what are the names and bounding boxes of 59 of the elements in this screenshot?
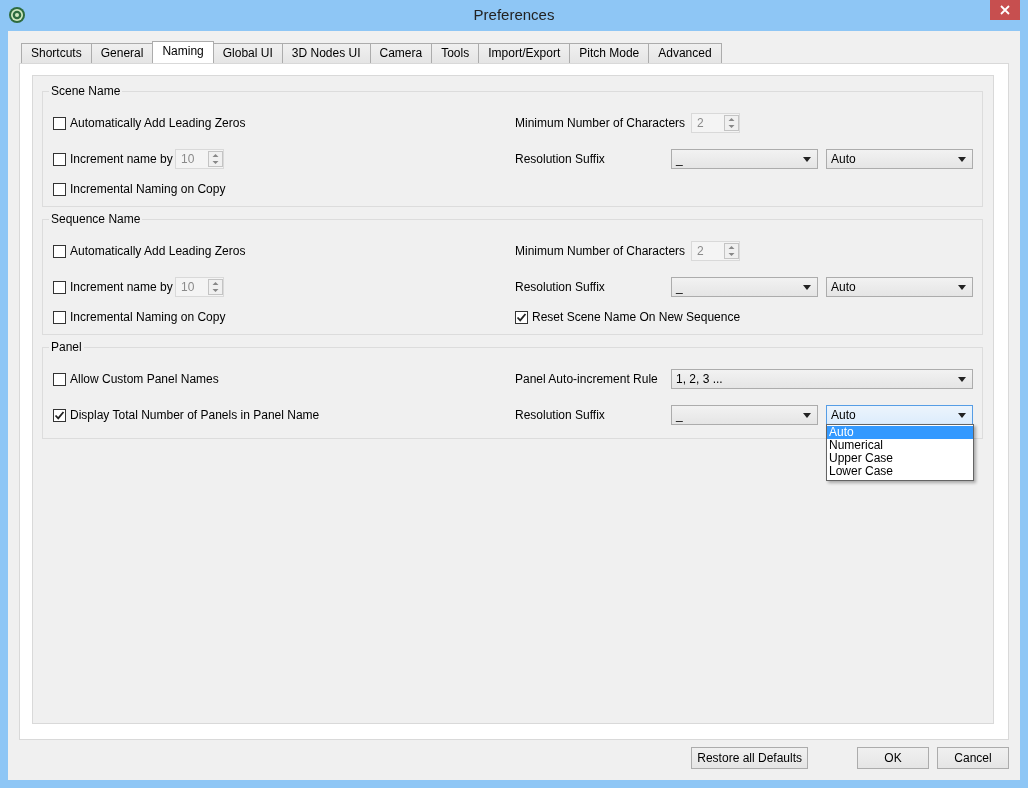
caret-icon [958,376,966,382]
caret-icon [803,156,811,162]
field-label: Resolution Suffix [515,407,606,424]
dropdown-option[interactable]: Numerical [827,439,973,452]
checkbox[interactable] [53,372,66,386]
dropdown[interactable]: 1, 2, 3 ... [671,369,973,389]
dropdown-option[interactable]: Lower Case [827,465,973,478]
checkbox[interactable] [53,408,66,422]
checkbox[interactable] [53,182,66,196]
window-title: Preferences [473,5,555,26]
tab[interactable]: 3D Nodes UI [281,43,371,63]
button[interactable]: Restore all Defaults [691,747,808,769]
checkbox-label: Incremental Naming on Copy [70,309,226,326]
caret-icon [803,284,811,290]
close-button[interactable] [990,0,1020,20]
group-title: Sequence Name [49,212,143,226]
checkbox-label: Automatically Add Leading Zeros [70,243,246,260]
caret-icon [958,284,966,290]
tab[interactable]: Shortcuts [21,43,92,63]
checkbox-label: Increment name by [70,151,173,168]
checkbox[interactable] [53,244,66,258]
checkbox[interactable] [53,116,66,130]
checkbox-label: Automatically Add Leading Zeros [70,115,246,132]
caret-icon [958,412,966,418]
dropdown[interactable]: Auto [826,277,973,297]
app-icon [8,6,26,24]
caret-icon [958,156,966,162]
group-title: Scene Name [49,84,123,98]
tab[interactable]: General [90,43,154,63]
group-title: Panel [49,340,84,354]
tab[interactable]: Naming [152,41,214,63]
checkbox-label: Increment name by [70,279,173,296]
dropdown[interactable]: Auto [826,149,973,169]
dropdown[interactable]: _ [671,149,818,169]
button[interactable]: OK [857,747,929,769]
button[interactable]: Cancel [937,747,1009,769]
checkbox-label: Display Total Number of Panels in Panel Name [70,407,320,424]
tab[interactable]: Pitch Mode [569,43,650,63]
checkbox-label: Reset Scene Name On New Sequence [532,309,741,326]
checkbox-label: Incremental Naming on Copy [70,181,226,198]
caret-icon [803,412,811,418]
field-label: Minimum Number of Characters [515,115,687,132]
checkbox[interactable] [53,310,66,324]
dropdown[interactable]: _ [671,277,818,297]
close-icon [1000,5,1010,15]
dropdown-option[interactable]: Upper Case [827,452,973,465]
tab[interactable]: Advanced [648,43,722,63]
checkbox[interactable] [515,310,528,324]
field-label: Minimum Number of Characters [515,243,687,260]
field-label: Resolution Suffix [515,151,606,168]
field-label: Panel Auto-increment Rule [515,371,659,388]
checkbox-label: Allow Custom Panel Names [70,371,219,388]
tab[interactable]: Import/Export [478,43,571,63]
dropdown[interactable]: _ [671,405,818,425]
dropdown[interactable]: Auto [826,405,973,425]
tab[interactable]: Global UI [212,43,283,63]
tab[interactable]: Camera [369,43,433,63]
field-label: Resolution Suffix [515,279,606,296]
tab[interactable]: Tools [431,43,480,63]
